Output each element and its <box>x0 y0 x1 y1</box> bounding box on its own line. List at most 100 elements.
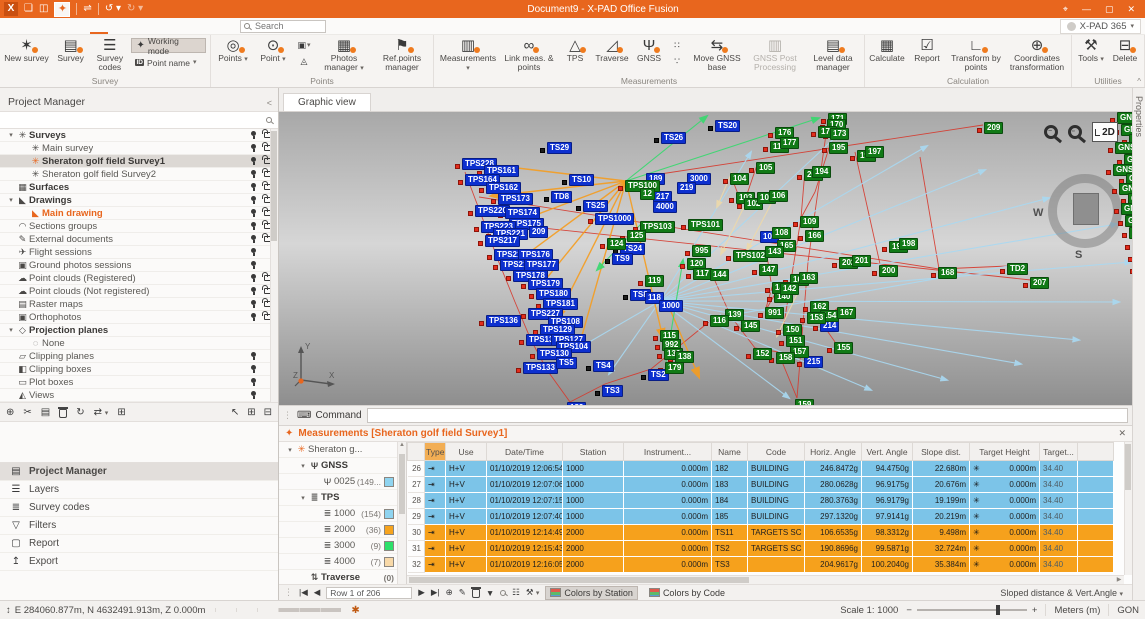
ribbon-tab[interactable] <box>162 18 180 34</box>
undo-icon[interactable]: ↺ ▾ <box>105 2 121 16</box>
survey-point-marker[interactable] <box>458 180 463 185</box>
measurements-tree-item[interactable]: ≣ 4000 (7) <box>279 554 406 570</box>
measurements-button[interactable]: ▥ Measurements ▾ <box>436 36 500 72</box>
survey-point-marker[interactable] <box>519 340 524 345</box>
tree-item[interactable]: ✎ External documents <box>0 233 278 246</box>
point-label-green[interactable]: 995 <box>692 245 711 257</box>
visibility-bulb-icon[interactable] <box>251 144 256 149</box>
panel-nav-item[interactable]: ▽ Filters <box>0 517 278 535</box>
survey-point-marker[interactable] <box>931 273 936 278</box>
survey-point-marker[interactable] <box>800 318 805 323</box>
tree-item[interactable]: ▾ ✳ Surveys <box>0 129 278 142</box>
column-header[interactable]: Target Height <box>970 443 1040 461</box>
ribbon-tab[interactable] <box>54 18 72 34</box>
delete-row-icon[interactable] <box>472 589 480 598</box>
survey-point-marker[interactable] <box>746 354 751 359</box>
minimize-icon[interactable]: — <box>1082 4 1091 15</box>
survey-point-marker[interactable] <box>763 147 768 152</box>
survey-point-marker[interactable] <box>521 284 526 289</box>
station-point-marker[interactable] <box>586 366 591 371</box>
survey-point-marker[interactable] <box>767 297 772 302</box>
survey-point-marker[interactable] <box>729 198 734 203</box>
survey-point-marker[interactable] <box>703 321 708 326</box>
point-name-button[interactable]: ID Point name ▾ <box>131 55 206 70</box>
point-label-blue[interactable]: 209 <box>529 226 548 238</box>
visibility-bulb-icon[interactable] <box>251 261 256 266</box>
point-label-blue[interactable]: TPS1000 <box>595 213 634 225</box>
measurement-row[interactable]: 32⇥H+V01/10/2019 12:16:0520000.000mTS320… <box>408 557 1114 573</box>
survey-point-marker[interactable] <box>779 341 784 346</box>
survey-point-marker[interactable] <box>491 199 496 204</box>
cursor-icon[interactable]: ↖ <box>231 407 239 418</box>
expand-icon[interactable]: ▾ <box>6 131 16 139</box>
tree-item[interactable]: ◧ Clipping boxes <box>0 363 278 376</box>
collapse-panel-icon[interactable]: < <box>267 98 272 108</box>
measurement-row[interactable]: 29⇥H+V01/10/2019 12:07:4010000.000m185BU… <box>408 509 1114 525</box>
measurements-tree-item[interactable]: ▾ ≣ TPS <box>279 490 406 506</box>
survey-point-marker[interactable] <box>686 274 691 279</box>
expand-icon[interactable]: ▾ <box>6 196 16 204</box>
survey-point-marker[interactable] <box>758 313 763 318</box>
point-label-green[interactable]: 145 <box>741 320 760 332</box>
survey-point-marker[interactable] <box>752 270 757 275</box>
tree-item[interactable]: ▾ ◣ Drawings <box>0 194 278 207</box>
units-label[interactable]: Meters (m) <box>1054 605 1100 616</box>
visibility-bulb-icon[interactable] <box>251 313 256 318</box>
scale-slider[interactable]: − + <box>906 605 1037 616</box>
tree-item[interactable]: ▾ ◇ Projection planes <box>0 324 278 337</box>
save-icon[interactable]: ◫ <box>39 2 48 16</box>
graphic-view-canvas[interactable]: W S − ▫ 2D <box>279 112 1132 405</box>
point-label-green[interactable]: TPS101 <box>688 219 723 231</box>
point-label-green[interactable]: 119 <box>645 275 664 287</box>
status-toggle[interactable] <box>215 608 236 612</box>
loop-icon[interactable]: ⊞ <box>117 407 125 418</box>
zoom-plus-icon[interactable]: + <box>1032 605 1038 616</box>
tree-item[interactable]: ▣ Ground photos sessions <box>0 259 278 272</box>
delete-icon[interactable] <box>59 409 67 418</box>
ribbon-tab[interactable] <box>180 18 198 34</box>
expand-all-icon[interactable]: ⊞ <box>247 407 255 418</box>
point-label-green[interactable]: 209 <box>984 122 1003 134</box>
measurements-tree-item[interactable]: ⇅ Traverse (0) <box>279 570 406 584</box>
measurement-row[interactable]: 31⇥H+V01/10/2019 12:15:4320000.000mTS2TA… <box>408 541 1114 557</box>
survey-point-marker[interactable] <box>1106 170 1111 175</box>
point-label-blue[interactable]: TPS173 <box>498 193 533 205</box>
status-toggle[interactable] <box>299 608 320 612</box>
point-label-blue[interactable]: 182 <box>567 402 586 405</box>
survey-point-marker[interactable] <box>797 175 802 180</box>
point-label-green[interactable]: 152 <box>753 348 772 360</box>
visibility-bulb-icon[interactable] <box>251 222 256 227</box>
calculate-button[interactable]: ▦ Calculate <box>867 36 907 63</box>
tree-item[interactable]: ▤ Raster maps <box>0 298 278 311</box>
survey-point-marker[interactable] <box>749 168 754 173</box>
survey-point-marker[interactable] <box>1114 209 1119 214</box>
survey-point-marker[interactable] <box>655 345 660 350</box>
measurement-row[interactable]: 30⇥H+V01/10/2019 12:14:4920000.000mTS11T… <box>408 525 1114 541</box>
panel-nav-item[interactable]: ☰ Layers <box>0 481 278 499</box>
zoom-minus-icon[interactable]: − <box>906 605 912 616</box>
survey-point-marker[interactable] <box>827 348 832 353</box>
column-header[interactable]: Instrument... <box>624 443 712 461</box>
coordinates-transformation-button[interactable]: ⊕ Coordinates transformation <box>1005 36 1069 72</box>
tree-item[interactable]: ☁ Point clouds (Registered) <box>0 272 278 285</box>
survey-point-marker[interactable] <box>478 241 483 246</box>
point-label-green[interactable]: 143 <box>765 246 784 258</box>
symbols-button[interactable]: ◬ <box>294 54 314 69</box>
station-point-marker[interactable] <box>641 375 646 380</box>
point-label-green[interactable]: 167 <box>837 307 856 319</box>
point-label-blue[interactable]: TS26 <box>661 132 686 144</box>
tree-item[interactable]: ✳ Sheraton golf field Survey1 <box>0 155 278 168</box>
distance-mode-dropdown[interactable]: Sloped distance & Vert.Angle ▾ <box>1000 588 1127 598</box>
collapse-all-icon[interactable]: ⊟ <box>264 407 272 418</box>
survey-point-marker[interactable] <box>529 294 534 299</box>
point-label-green[interactable]: 198 <box>899 238 918 250</box>
status-toggle[interactable] <box>278 608 299 612</box>
station-color-swatch[interactable] <box>384 477 394 487</box>
point-label-green[interactable]: 173 <box>830 128 849 140</box>
survey-point-marker[interactable] <box>479 321 484 326</box>
measurements-tree-scrollbar[interactable]: ▲ <box>397 442 406 584</box>
column-header[interactable]: Use <box>446 443 487 461</box>
column-header[interactable]: Vert. Angle <box>862 443 913 461</box>
measurements-tree-item[interactable]: Ψ 0025 (149... <box>279 474 406 490</box>
point-label-green[interactable]: 179 <box>665 362 684 374</box>
